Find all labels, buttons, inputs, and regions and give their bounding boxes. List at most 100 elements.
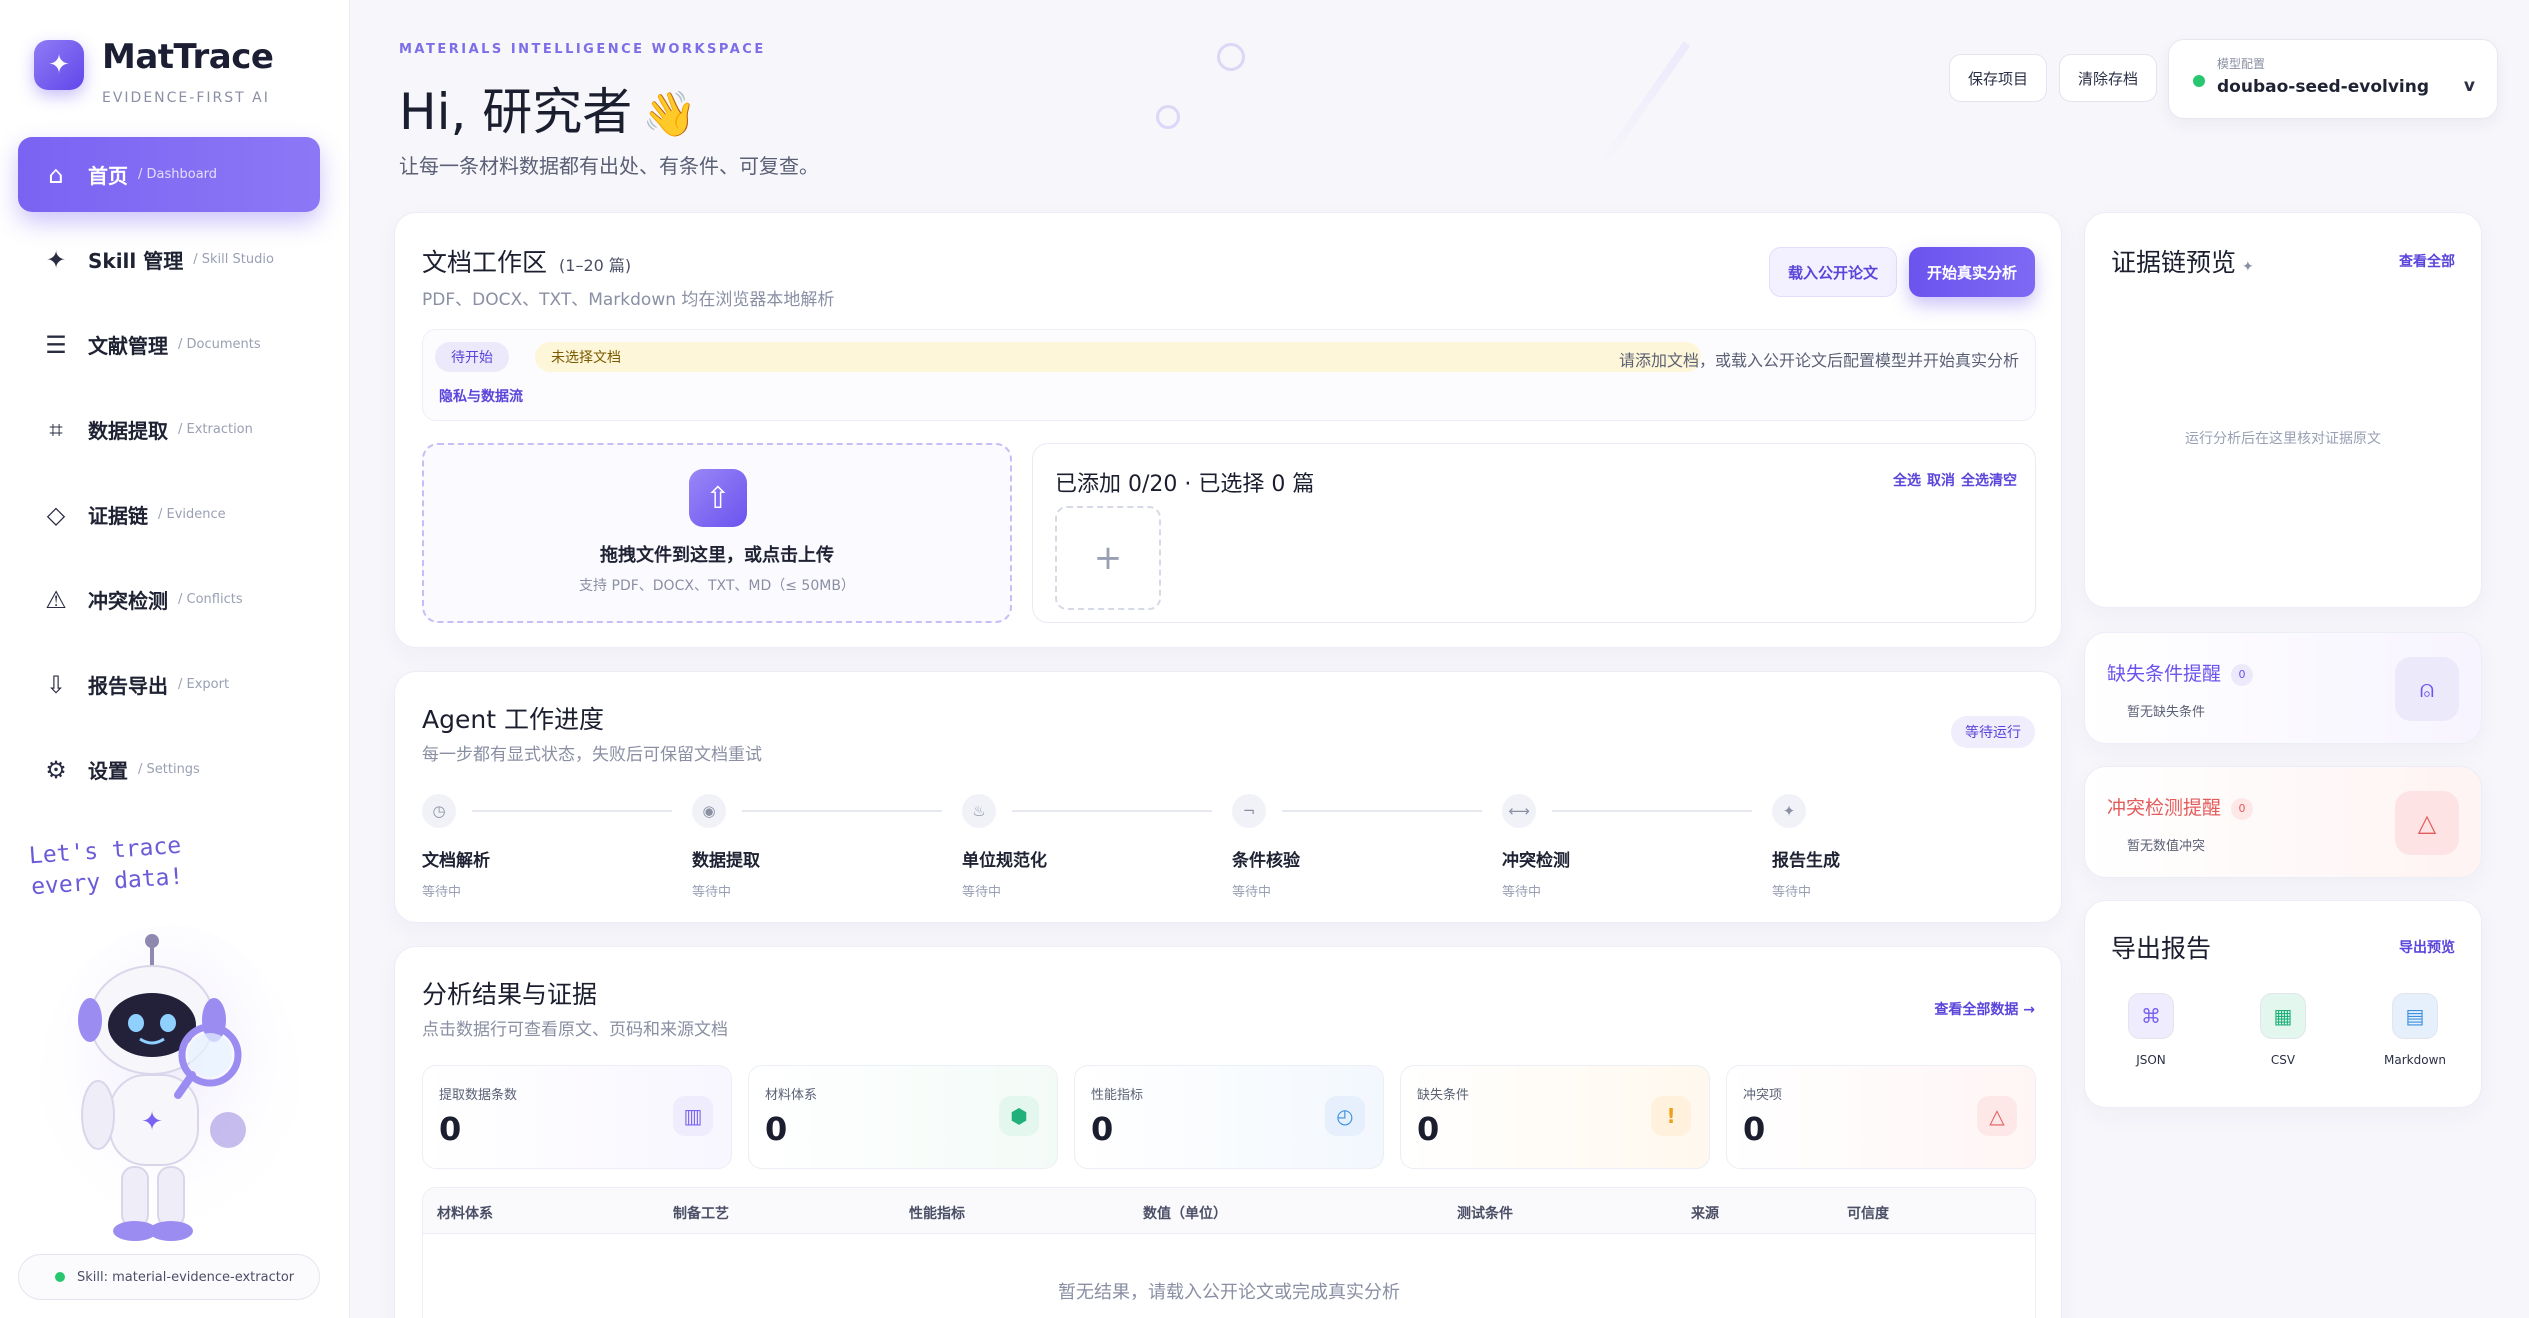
step-name: 冲突检测 bbox=[1502, 851, 1570, 871]
sidebar-item-conflicts[interactable]: ⚠ 冲突检测 / Conflicts bbox=[18, 562, 320, 637]
sidebar-item-skill-studio[interactable]: ✦ Skill 管理 / Skill Studio bbox=[18, 222, 320, 297]
model-select[interactable]: 模型配置 doubao-seed-evolving v bbox=[2168, 39, 2498, 119]
export-markdown-button[interactable]: ▤ Markdown bbox=[2360, 993, 2470, 1067]
column-header[interactable]: 测试条件 bbox=[1457, 1203, 1513, 1223]
step-connector bbox=[742, 810, 942, 812]
brand-name: MatTrace bbox=[102, 37, 274, 77]
column-header[interactable]: 性能指标 bbox=[909, 1203, 965, 1223]
sidebar-item-extraction[interactable]: ⌗ 数据提取 / Extraction bbox=[18, 392, 320, 467]
stamp-icon: ⍝ bbox=[2395, 657, 2459, 721]
metric-performance-indicators[interactable]: 性能指标 0 ◴ bbox=[1074, 1065, 1384, 1169]
upload-title: 拖拽文件到这里，或点击上传 bbox=[600, 545, 834, 566]
target-icon: ◉ bbox=[692, 794, 726, 828]
mascot-caption: Let's trace every data! bbox=[28, 831, 184, 904]
conflict-detection-alert[interactable]: 冲突检测提醒 0 暂无数值冲突 △ bbox=[2084, 766, 2482, 878]
chevron-down-icon: v bbox=[2463, 76, 2475, 96]
clear-archive-button[interactable]: 清除存档 bbox=[2059, 54, 2158, 102]
file-upload-dropzone[interactable]: ⇧ 拖拽文件到这里，或点击上传 支持 PDF、DOCX、TXT、MD（≤ 50M… bbox=[422, 443, 1012, 623]
privacy-dataflow-link[interactable]: 隐私与数据流 bbox=[439, 386, 523, 406]
workspace-status-row: 待开始 未选择文档 请添加文档，或载入公开论文后配置模型并开始真实分析 隐私与数… bbox=[422, 329, 2036, 421]
empty-state: 暂无结果，请载入公开论文或完成真实分析 bbox=[1058, 1282, 1400, 1303]
evidence-chain-card: 证据链预览 ✦ 查看全部 运行分析后在这里核对证据原文 bbox=[2084, 212, 2482, 608]
export-preview-link[interactable]: 导出预览 bbox=[2399, 937, 2455, 957]
barcode-icon: ▥ bbox=[673, 1096, 713, 1136]
sparkle-icon: ✦ bbox=[2242, 259, 2254, 275]
skill-status-text: Skill: material-evidence-extractor bbox=[77, 1269, 295, 1285]
sidebar-nav: ⌂ 首页 / Dashboard ✦ Skill 管理 / Skill Stud… bbox=[18, 137, 320, 817]
metric-value: 0 bbox=[439, 1110, 462, 1148]
metric-label: 材料体系 bbox=[765, 1088, 818, 1103]
sidebar-item-export[interactable]: ⇩ 报告导出 / Export bbox=[18, 647, 320, 722]
sidebar-item-documents[interactable]: ☰ 文献管理 / Documents bbox=[18, 307, 320, 382]
deselect-link[interactable]: 取消 bbox=[1927, 470, 1955, 490]
export-json-button[interactable]: ⌘ JSON bbox=[2096, 993, 2206, 1067]
results-title: 分析结果与证据 bbox=[422, 980, 598, 1009]
step-name: 单位规范化 bbox=[962, 851, 1047, 871]
alert-title: 缺失条件提醒 0 bbox=[2107, 659, 2254, 686]
sidebar-item-evidence[interactable]: ◇ 证据链 / Evidence bbox=[18, 477, 320, 552]
model-label: 模型配置 bbox=[2217, 57, 2266, 71]
sidebar-item-sublabel: / Conflicts bbox=[178, 592, 243, 607]
column-header[interactable]: 来源 bbox=[1691, 1203, 1719, 1223]
step-state: 等待中 bbox=[692, 885, 732, 900]
column-header[interactable]: 制备工艺 bbox=[673, 1203, 729, 1223]
clear-all-link[interactable]: 全选清空 bbox=[1961, 470, 2017, 490]
save-project-button[interactable]: 保存项目 bbox=[1949, 54, 2048, 102]
export-report-card: 导出报告 导出预览 ⌘ JSON ▦ CSV ▤ Markdown bbox=[2084, 900, 2482, 1108]
step-doc-parse: ◷ 文档解析 等待中 bbox=[422, 794, 692, 900]
metric-value: 0 bbox=[1743, 1110, 1766, 1148]
step-name: 条件核验 bbox=[1232, 851, 1300, 871]
logo-sparkle-icon: ✦ bbox=[34, 40, 84, 90]
cube-icon: ⬢ bbox=[999, 1096, 1039, 1136]
sidebar-item-settings[interactable]: ⚙ 设置 / Settings bbox=[18, 732, 320, 807]
step-connector bbox=[472, 810, 672, 812]
metric-material-systems[interactable]: 材料体系 0 ⬢ bbox=[748, 1065, 1058, 1169]
metric-extracted-count[interactable]: 提取数据条数 0 ▥ bbox=[422, 1065, 732, 1169]
skill-status-pill[interactable]: Skill: material-evidence-extractor bbox=[18, 1254, 320, 1300]
column-header[interactable]: 可信度 bbox=[1847, 1203, 1889, 1223]
metric-conflicts[interactable]: 冲突项 0 △ bbox=[1726, 1065, 2036, 1169]
step-state: 等待中 bbox=[1232, 885, 1272, 900]
sidebar-item-label: 数据提取 bbox=[88, 419, 168, 443]
brand[interactable]: ✦ MatTrace EVIDENCE-FIRST AI bbox=[34, 37, 274, 106]
sidebar-item-label: 文献管理 bbox=[88, 334, 168, 358]
diamond-icon: ◇ bbox=[46, 500, 66, 529]
view-all-data-link[interactable]: 查看全部数据 → bbox=[1934, 999, 2035, 1019]
metric-missing-conditions[interactable]: 缺失条件 0 ! bbox=[1400, 1065, 1710, 1169]
sidebar-item-label: 报告导出 bbox=[88, 674, 168, 698]
column-header[interactable]: 数值（单位） bbox=[1143, 1203, 1227, 1223]
alert-subtitle: 暂无缺失条件 bbox=[2127, 705, 2206, 720]
greeting-text: Hi, 研究者 bbox=[399, 83, 633, 141]
analysis-results-card: 分析结果与证据 点击数据行可查看原文、页码和来源文档 查看全部数据 → 提取数据… bbox=[394, 946, 2062, 1318]
sidebar-item-dashboard[interactable]: ⌂ 首页 / Dashboard bbox=[18, 137, 320, 212]
metric-value: 0 bbox=[765, 1110, 788, 1148]
decorative-circle bbox=[1217, 43, 1245, 71]
sidebar-item-label: 设置 bbox=[88, 759, 128, 783]
select-all-link[interactable]: 全选 bbox=[1893, 470, 1921, 490]
robot-mascot-illustration: ✦ bbox=[40, 925, 300, 1245]
metric-label: 性能指标 bbox=[1091, 1088, 1144, 1103]
load-public-paper-button[interactable]: 载入公开论文 bbox=[1768, 247, 1897, 297]
metric-label: 提取数据条数 bbox=[439, 1088, 518, 1103]
add-file-button[interactable]: + bbox=[1055, 506, 1161, 610]
brand-tagline: EVIDENCE-FIRST AI bbox=[102, 90, 270, 106]
flask-icon: ♨ bbox=[962, 794, 996, 828]
document-workspace-card: 文档工作区 (1–20 篇) PDF、DOCX、TXT、Markdown 均在浏览… bbox=[394, 212, 2062, 648]
view-all-evidence-link[interactable]: 查看全部 bbox=[2399, 251, 2455, 271]
files-actions: 全选 取消 全选清空 bbox=[1893, 470, 2017, 490]
missing-conditions-alert[interactable]: 缺失条件提醒 0 暂无缺失条件 ⍝ bbox=[2084, 632, 2482, 744]
page-subtitle: 让每一条材料数据都有出处、有条件、可复查。 bbox=[399, 154, 819, 178]
metrics-row: 提取数据条数 0 ▥ 材料体系 0 ⬢ 性能指标 0 ◴ 缺失条件 0 ! 冲突… bbox=[422, 1065, 2036, 1169]
selection-status-bar: 未选择文档 bbox=[535, 342, 1701, 372]
export-label: JSON bbox=[2136, 1053, 2166, 1067]
start-analysis-button[interactable]: 开始真实分析 bbox=[1908, 247, 2035, 297]
step-report-generate: ✦ 报告生成 等待中 bbox=[1772, 794, 2042, 900]
arrows-icon: ⟷ bbox=[1502, 794, 1536, 828]
download-icon: ⇩ bbox=[45, 670, 67, 699]
step-state: 等待中 bbox=[962, 885, 1002, 900]
status-badge: 待开始 bbox=[435, 342, 509, 372]
column-header[interactable]: 材料体系 bbox=[437, 1203, 493, 1223]
workspace-subtitle: PDF、DOCX、TXT、Markdown 均在浏览器本地解析 bbox=[422, 290, 835, 310]
export-csv-button[interactable]: ▦ CSV bbox=[2228, 993, 2338, 1067]
added-files-panel: 已添加 0/20 · 已选择 0 篇 全选 取消 全选清空 + bbox=[1032, 443, 2036, 623]
